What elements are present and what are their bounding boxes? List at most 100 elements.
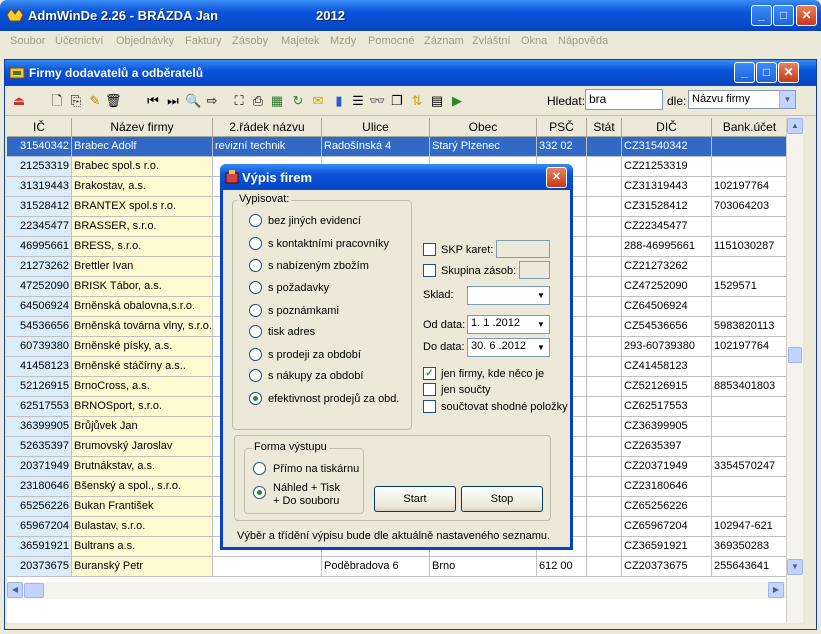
table-cell[interactable]: Brutnákstav, a.s. (72, 457, 213, 477)
table-cell[interactable] (587, 497, 622, 517)
table-cell[interactable]: 288-46995661 (622, 237, 712, 257)
table-cell[interactable]: 54536656 (7, 317, 72, 337)
column-header[interactable]: Bank.účet (712, 118, 788, 137)
table-cell[interactable]: 64506924 (7, 297, 72, 317)
refresh-icon[interactable]: ↻ (290, 93, 306, 109)
table-cell[interactable]: Brněnské stáčírny a.s.. (72, 357, 213, 377)
sklad-select[interactable]: ▼ (467, 286, 550, 305)
table-cell[interactable] (712, 397, 788, 417)
table-cell[interactable]: 65256226 (7, 497, 72, 517)
table-cell[interactable]: Bultrans a.s. (72, 537, 213, 557)
table-row[interactable]: 20373675 Buranský Petr Poděbradova 6 Brno 61… (7, 557, 801, 577)
table-cell[interactable]: CZ64506924 (622, 297, 712, 317)
table-row[interactable]: 31540342 Brabec Adolf revizní technik Radoš… (7, 137, 801, 157)
table-cell[interactable]: Bulastav, s.r.o. (72, 517, 213, 537)
menu-zaznam[interactable]: Záznam (424, 35, 464, 47)
menu-napoveda[interactable]: Nápověda (558, 35, 608, 47)
table-cell[interactable]: CZ21273262 (622, 257, 712, 277)
goto-icon[interactable]: ⇨ (204, 93, 220, 109)
mail-icon[interactable]: ✉ (310, 93, 326, 109)
table-cell[interactable] (587, 317, 622, 337)
table-cell[interactable]: 8853401803 (712, 377, 788, 397)
table-cell[interactable]: Brumovský Jaroslav (72, 437, 213, 457)
table-cell[interactable]: CZ2635397 (622, 437, 712, 457)
table-cell[interactable]: Brněnské písky, a.s. (72, 337, 213, 357)
table-cell[interactable]: CZ31540342 (622, 137, 712, 157)
sub-minimize-button[interactable]: _ (734, 62, 755, 83)
table-cell[interactable]: CZ36399905 (622, 417, 712, 437)
print-icon[interactable]: ⎙ (250, 93, 266, 109)
table-cell[interactable]: 36591921 (7, 537, 72, 557)
table-cell[interactable] (712, 357, 788, 377)
table-cell[interactable]: BRNOSport, s.r.o. (72, 397, 213, 417)
table-cell[interactable] (587, 437, 622, 457)
jen-firmy-checkbox[interactable]: ✓ (423, 367, 436, 380)
chevron-down-icon[interactable]: ▼ (533, 316, 549, 333)
table-cell[interactable]: CZ23180646 (622, 477, 712, 497)
table-cell[interactable]: CZ21253319 (622, 157, 712, 177)
table-cell[interactable]: Brettler Ivan (72, 257, 213, 277)
table-cell[interactable]: 20373675 (7, 557, 72, 577)
horizontal-scroll-thumb[interactable] (24, 583, 44, 598)
table-cell[interactable]: Brněnská továrna vlny, s.r.o. (72, 317, 213, 337)
table-cell[interactable]: CZ54536656 (622, 317, 712, 337)
notes-icon[interactable]: ▤ (429, 93, 445, 109)
sub-close-button[interactable]: ✕ (778, 62, 799, 83)
table-cell[interactable]: 255643641 (712, 557, 788, 577)
table-cell[interactable]: CZ22345477 (622, 217, 712, 237)
option-radio[interactable] (249, 237, 262, 250)
scroll-down-icon[interactable]: ▼ (787, 559, 803, 575)
table-cell[interactable] (712, 437, 788, 457)
menu-mzdy[interactable]: Mzdy (330, 35, 356, 47)
menu-objednavky[interactable]: Objednávky (116, 35, 174, 47)
table-cell[interactable] (587, 157, 622, 177)
table-cell[interactable]: 21253319 (7, 157, 72, 177)
table-cell[interactable]: CZ47252090 (622, 277, 712, 297)
table-cell[interactable]: Radošínská 4 (322, 137, 430, 157)
option-radio[interactable] (249, 281, 262, 294)
table-cell[interactable]: CZ65967204 (622, 517, 712, 537)
table-cell[interactable]: 5983820113 (712, 317, 788, 337)
table-cell[interactable] (712, 137, 788, 157)
od-date-picker[interactable]: 1. 1 .2012 ▼ (467, 315, 550, 334)
menu-soubor[interactable]: Soubor (10, 35, 45, 47)
close-button[interactable]: ✕ (796, 5, 817, 26)
table-cell[interactable]: 703064203 (712, 197, 788, 217)
table-cell[interactable] (587, 397, 622, 417)
horizontal-scrollbar[interactable]: ◀ ▶ (7, 582, 786, 599)
table-cell[interactable]: CZ52126915 (622, 377, 712, 397)
option-radio[interactable] (249, 259, 262, 272)
out-preview-radio[interactable] (253, 486, 266, 499)
binoculars-icon[interactable]: 👓 (369, 93, 385, 109)
dialog-title-bar[interactable]: Výpis firem ✕ (220, 164, 573, 190)
table-cell[interactable] (587, 237, 622, 257)
table-cell[interactable]: 41458123 (7, 357, 72, 377)
skupina-checkbox[interactable] (423, 264, 436, 277)
table-cell[interactable]: Bukan František (72, 497, 213, 517)
table-cell[interactable] (587, 177, 622, 197)
table-cell[interactable] (587, 557, 622, 577)
table-cell[interactable] (712, 157, 788, 177)
table-cell[interactable]: Brabec spol.s r.o. (72, 157, 213, 177)
delete-icon[interactable]: 🗑 (105, 93, 122, 109)
table-cell[interactable] (587, 477, 622, 497)
option-radio[interactable] (249, 369, 262, 382)
option-radio[interactable] (249, 348, 262, 361)
first-record-icon[interactable]: ⏮ (145, 93, 161, 109)
table-cell[interactable]: CZ41458123 (622, 357, 712, 377)
table-cell[interactable] (587, 417, 622, 437)
table-cell[interactable]: CZ31528412 (622, 197, 712, 217)
menu-majetek[interactable]: Majetek (281, 35, 320, 47)
table-cell[interactable]: Buranský Petr (72, 557, 213, 577)
table-cell[interactable]: Brakostav, a.s. (72, 177, 213, 197)
column-header[interactable]: 2.řádek názvu (213, 118, 322, 137)
table-cell[interactable]: CZ20371949 (622, 457, 712, 477)
table-cell[interactable]: Brabec Adolf (72, 137, 213, 157)
table-cell[interactable]: 31540342 (7, 137, 72, 157)
table-cell[interactable]: 332 02 (537, 137, 587, 157)
table-cell[interactable]: CZ31319443 (622, 177, 712, 197)
table-cell[interactable]: 46995661 (7, 237, 72, 257)
export-icon[interactable]: ▦ (269, 93, 285, 109)
column-header[interactable]: Ulice (322, 118, 430, 137)
menu-zasoby[interactable]: Zásoby (232, 35, 268, 47)
